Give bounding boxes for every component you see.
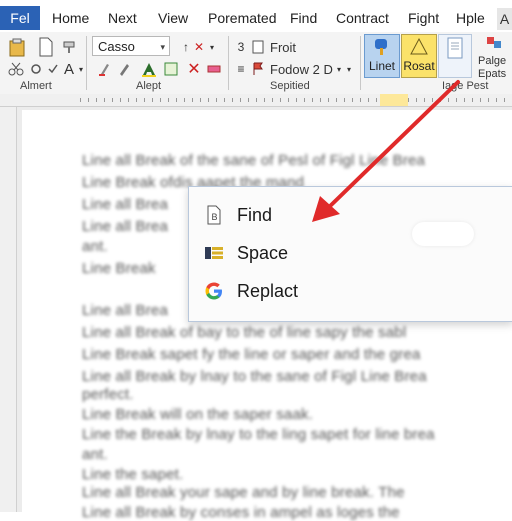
google-g-icon xyxy=(203,280,225,302)
epats-label[interactable]: Epats xyxy=(478,67,506,81)
chevron-down-icon[interactable]: ▾ xyxy=(334,60,344,78)
fodow-select[interactable]: Fodow 2 D xyxy=(270,60,333,78)
ruler-ticks xyxy=(80,98,512,102)
group-label-alept: Alept xyxy=(136,80,162,92)
style-rosat-label: Rosat xyxy=(403,59,435,73)
group-label-alignment: Almert xyxy=(20,80,52,92)
cut-icon[interactable] xyxy=(6,60,26,78)
menu-next[interactable]: Next xyxy=(108,10,137,26)
document-line[interactable]: Line all Break of the sane of Pesl of Fi… xyxy=(82,152,425,169)
chevron-down-icon[interactable]: ▾ xyxy=(206,38,218,56)
document-line[interactable]: Line all Break by lnay to the sane of Fi… xyxy=(82,368,427,385)
warning-icon xyxy=(408,36,430,58)
document-line[interactable]: Line all Brea xyxy=(82,302,168,319)
ruler-highlight xyxy=(380,94,408,106)
document-line[interactable]: Line Break will on the saper saak. xyxy=(82,406,313,423)
space-grid-icon xyxy=(203,242,225,264)
chevron-down-icon: ▾ xyxy=(160,42,165,52)
vertical-ruler[interactable] xyxy=(0,107,17,512)
eraser-icon[interactable] xyxy=(206,60,222,78)
chevron-down-icon[interactable]: ▾ xyxy=(344,60,354,78)
palge-icon[interactable] xyxy=(484,34,504,52)
document-line[interactable]: Line all Brea xyxy=(82,196,168,213)
numbering-icon[interactable]: 3 xyxy=(234,38,248,56)
popup-item-replact[interactable]: Replact xyxy=(189,273,512,309)
document-line[interactable]: perfect. xyxy=(82,386,134,403)
svg-text:B: B xyxy=(212,212,218,222)
pen-icon[interactable] xyxy=(116,60,132,78)
ribbon-separator xyxy=(86,36,87,90)
page-icon xyxy=(444,36,466,60)
ribbon-separator xyxy=(360,36,361,90)
text-box-icon[interactable] xyxy=(250,38,266,56)
chevron-down-icon[interactable]: ▾ xyxy=(76,62,86,76)
document-line[interactable]: Line Break sapet fy the line or saper an… xyxy=(82,346,421,363)
file-tab[interactable]: Fel xyxy=(0,6,40,30)
style-brush-icon xyxy=(370,36,394,58)
menu-contract[interactable]: Contract xyxy=(336,10,389,26)
document-line[interactable]: Line the Break by lnay to the ling sapet… xyxy=(82,426,435,443)
find-context-popup: B Find Space Replact xyxy=(188,186,512,322)
document-find-icon: B xyxy=(203,204,225,226)
copy-icon[interactable] xyxy=(36,36,56,58)
close-icon[interactable]: ✕ xyxy=(192,38,206,56)
style-linet-label: Linet xyxy=(368,59,396,73)
document-line[interactable]: Line Break xyxy=(82,260,156,277)
group-label-page-pest: Iage Pest xyxy=(442,80,489,92)
document-line[interactable]: Line all Break by conses in ampel as log… xyxy=(82,504,400,521)
indent-icon[interactable]: ≡ xyxy=(234,60,248,78)
froit-button[interactable]: Froit xyxy=(270,38,296,56)
menu-fight[interactable]: Fight xyxy=(408,10,439,26)
document-line[interactable]: Line all Brea xyxy=(82,218,168,235)
document-line[interactable]: ant. xyxy=(82,238,108,255)
group-label-sepitied: Sepitied xyxy=(270,80,310,92)
document-line[interactable]: Line all Break of bay to the of line sap… xyxy=(82,324,406,341)
popup-item-space-label: Space xyxy=(237,242,289,263)
palge-label[interactable]: Palge xyxy=(478,54,506,68)
highlighter-icon[interactable] xyxy=(96,60,112,78)
settings-small-icon[interactable] xyxy=(28,60,44,78)
popup-item-find-label: Find xyxy=(237,204,273,225)
menu-home[interactable]: Home xyxy=(52,10,89,26)
clear-format-icon[interactable]: ✕ xyxy=(186,60,202,78)
menu-hple[interactable]: Hple xyxy=(456,10,485,26)
document-line[interactable]: Line the sapet. xyxy=(82,466,183,483)
font-name-select[interactable]: Casso ▾ xyxy=(92,36,170,56)
ribbon-separator xyxy=(228,36,229,90)
menu-poremated[interactable]: Poremated xyxy=(208,10,276,26)
menu-bar: Fel Home Next View Poremated Find Contra… xyxy=(0,0,512,33)
text-highlight-a-icon[interactable] xyxy=(140,60,158,78)
popup-item-replact-label: Replact xyxy=(237,280,299,301)
flag-icon[interactable] xyxy=(250,60,266,78)
paste-icon[interactable] xyxy=(6,36,28,58)
menu-view[interactable]: View xyxy=(158,10,188,26)
document-line[interactable]: ant. xyxy=(82,446,108,463)
document-line[interactable]: Line all Break your sape and by line bre… xyxy=(82,484,405,501)
menu-find[interactable]: Find xyxy=(290,10,317,26)
menu-overflow[interactable]: A xyxy=(497,8,512,30)
border-icon[interactable] xyxy=(162,60,180,78)
horizontal-ruler[interactable] xyxy=(0,94,512,107)
font-name-value: Casso xyxy=(98,39,135,54)
popup-search-pill[interactable] xyxy=(412,222,474,246)
check-icon[interactable] xyxy=(46,60,60,78)
format-painter-icon[interactable] xyxy=(60,38,78,56)
